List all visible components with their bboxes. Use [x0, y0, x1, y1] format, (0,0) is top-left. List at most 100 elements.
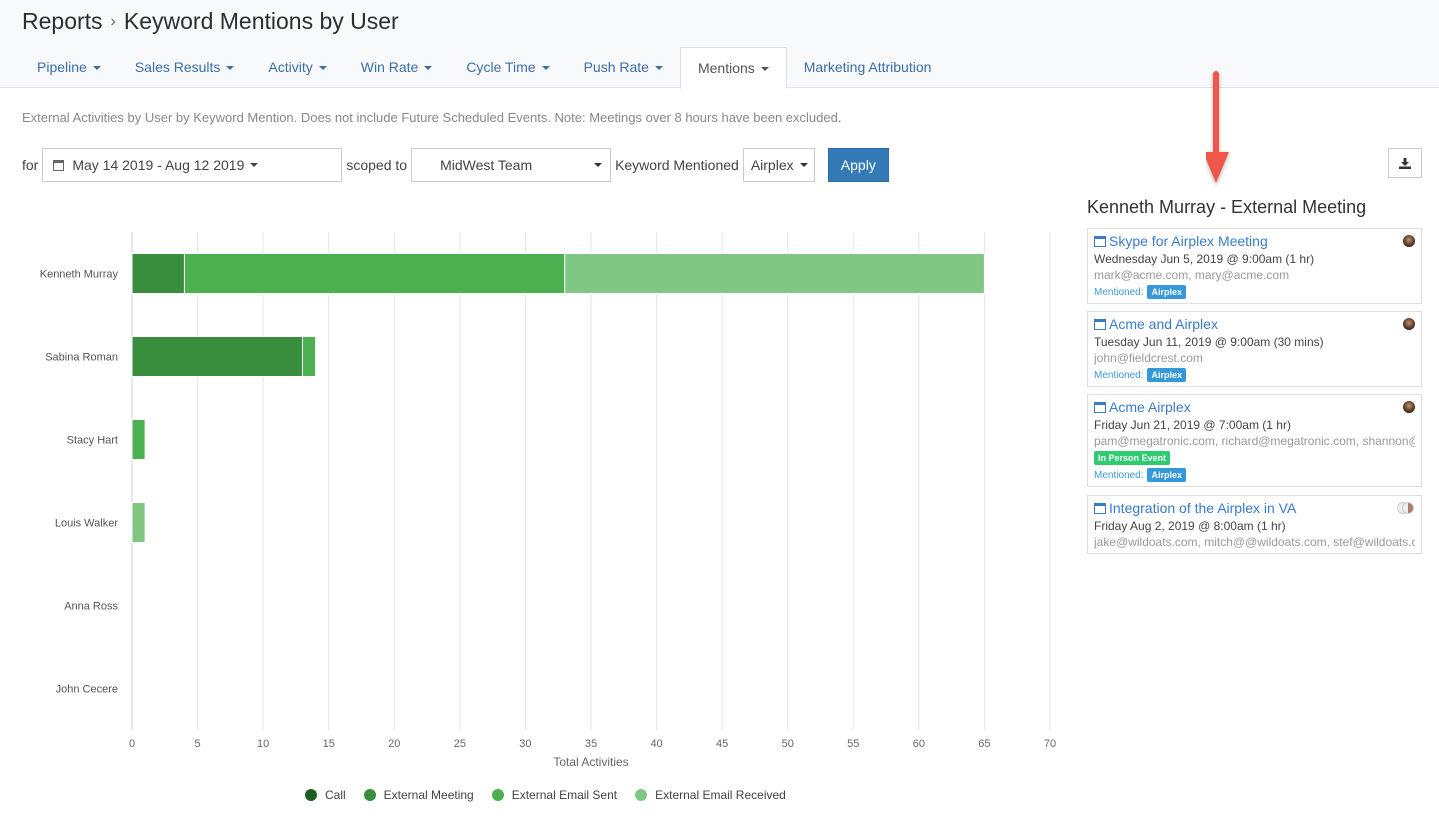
tab-mentions[interactable]: Mentions	[679, 47, 787, 89]
event-card[interactable]: Integration of the Airplex in VA Friday A…	[1087, 495, 1422, 554]
legend-item[interactable]: External Meeting	[363, 788, 474, 802]
event-title-link[interactable]: Acme and Airplex	[1094, 316, 1415, 332]
chevron-down-icon	[654, 66, 663, 71]
tab-marketing-attribution[interactable]: Marketing Attribution	[787, 47, 949, 88]
legend-dot-icon	[305, 789, 317, 801]
filter-bar: for May 14 2019 - Aug 12 2019 scoped to …	[22, 148, 889, 182]
bar-segment[interactable]	[131, 419, 146, 460]
legend-item[interactable]: External Email Sent	[491, 788, 617, 802]
keyword-select-value: Airplex	[750, 157, 794, 173]
keyword-badge: Airplex	[1147, 468, 1186, 482]
x-tick-label: 40	[650, 738, 662, 750]
tab-label: Win Rate	[360, 59, 419, 75]
event-datetime: Friday Aug 2, 2019 @ 8:00am (1 hr)	[1094, 519, 1286, 533]
x-tick-label: 15	[323, 738, 335, 750]
x-axis-title: Total Activities	[553, 755, 628, 769]
tab-activity[interactable]: Activity	[251, 47, 343, 88]
calendar-icon	[1094, 503, 1106, 514]
chevron-down-icon	[541, 66, 550, 71]
download-icon	[1399, 157, 1411, 169]
tab-push-rate[interactable]: Push Rate	[567, 47, 680, 88]
chevron-down-icon	[250, 163, 259, 167]
scoped-to-label: scoped to	[346, 157, 408, 173]
x-tick-label: 35	[585, 738, 597, 750]
x-tick-label: 25	[454, 738, 466, 750]
event-attendees: john@fieldcrest.com	[1094, 351, 1203, 365]
legend-label: External Email Received	[655, 788, 786, 802]
x-tick-label: 20	[388, 738, 400, 750]
chevron-down-icon	[424, 66, 433, 71]
tab-cycle-time[interactable]: Cycle Time	[449, 47, 566, 88]
event-attendees: jake@wildoats.com, mitch@@wildoats.com, …	[1094, 535, 1415, 549]
calendar-icon	[53, 159, 65, 171]
date-range-picker[interactable]: May 14 2019 - Aug 12 2019	[42, 148, 343, 182]
team-select[interactable]: MidWest Team	[411, 148, 612, 182]
event-title-link[interactable]: Integration of the Airplex in VA	[1094, 500, 1415, 516]
mentioned-label: Mentioned:	[1094, 469, 1144, 481]
y-category-label: Kenneth Murray	[40, 269, 119, 281]
chevron-down-icon	[799, 163, 808, 167]
attendee-avatar	[1403, 318, 1415, 330]
x-tick-label: 45	[716, 738, 728, 750]
tab-label: Mentions	[697, 60, 755, 76]
bar-segment[interactable]	[301, 336, 317, 377]
legend-item[interactable]: Call	[305, 788, 346, 802]
event-attendees: mark@acme.com, mary@acme.com	[1094, 268, 1290, 282]
event-card[interactable]: Acme Airplex Friday Jun 21, 2019 @ 7:00am…	[1087, 394, 1422, 487]
tab-pipeline[interactable]: Pipeline	[20, 47, 118, 88]
tab-label: Pipeline	[37, 59, 87, 75]
breadcrumb-separator-icon: ›	[110, 12, 116, 30]
panel-title: Kenneth Murray - External Meeting	[1087, 197, 1367, 217]
x-tick-label: 10	[257, 738, 269, 750]
event-datetime: Wednesday Jun 5, 2019 @ 9:00am (1 hr)	[1094, 252, 1315, 266]
x-tick-label: 70	[1044, 738, 1056, 750]
y-category-label: Anna Ross	[64, 601, 118, 613]
for-label: for	[22, 157, 39, 173]
legend-item[interactable]: External Email Received	[635, 788, 786, 802]
x-tick-label: 30	[519, 738, 531, 750]
bar-segment[interactable]	[564, 253, 985, 294]
x-tick-label: 5	[195, 738, 201, 750]
annotation-arrow-icon	[1206, 71, 1229, 183]
team-select-value: MidWest Team	[440, 157, 533, 173]
y-category-label: Stacy Hart	[67, 435, 118, 447]
event-card[interactable]: Acme and Airplex Tuesday Jun 11, 2019 @ 9…	[1087, 311, 1422, 387]
page-title: Keyword Mentions by User	[123, 8, 399, 34]
keyword-badge: Airplex	[1147, 285, 1186, 299]
tab-win-rate[interactable]: Win Rate	[344, 47, 450, 88]
y-category-label: Sabina Roman	[45, 352, 118, 364]
legend-dot-icon	[363, 789, 376, 801]
breadcrumb-reports[interactable]: Reports	[22, 8, 103, 35]
download-button[interactable]	[1388, 148, 1422, 178]
tab-label: Activity	[268, 59, 313, 75]
event-datetime: Friday Jun 21, 2019 @ 7:00am (1 hr)	[1094, 418, 1291, 432]
event-title-link[interactable]: Acme Airplex	[1094, 399, 1415, 415]
event-attendees: pam@megatronic.com, richard@megatronic.c…	[1094, 434, 1415, 448]
legend-label: Call	[325, 788, 346, 802]
apply-button[interactable]: Apply	[827, 148, 889, 182]
chevron-down-icon	[760, 67, 769, 72]
tab-label: Sales Results	[134, 59, 221, 75]
y-category-label: John Cecere	[56, 684, 118, 696]
y-category-label: Louis Walker	[55, 518, 119, 530]
legend-dot-icon	[635, 789, 648, 801]
legend-label: External Meeting	[383, 788, 474, 802]
attendee-avatar	[1403, 235, 1421, 249]
mentioned-label: Mentioned:	[1094, 286, 1144, 298]
date-range-value: May 14 2019 - Aug 12 2019	[72, 157, 245, 173]
x-tick-label: 60	[913, 738, 925, 750]
bar-segment[interactable]	[183, 253, 566, 294]
keyword-select[interactable]: Airplex	[742, 148, 815, 182]
bar-segment[interactable]	[131, 253, 185, 294]
legend-dot-icon	[491, 789, 504, 801]
chevron-down-icon	[594, 163, 603, 167]
calendar-icon	[1094, 236, 1106, 247]
bar-segment[interactable]	[131, 502, 146, 543]
report-tabs: Pipeline Sales Results Activity Win Rate Cyc…	[20, 47, 949, 89]
tab-sales-results[interactable]: Sales Results	[118, 47, 252, 88]
chevron-down-icon	[92, 66, 101, 71]
chevron-down-icon	[318, 66, 327, 71]
event-card[interactable]: Skype for Airplex Meeting Wednesday Jun 5…	[1087, 228, 1422, 304]
bar-segment[interactable]	[131, 336, 303, 377]
event-title-link[interactable]: Skype for Airplex Meeting	[1094, 233, 1415, 249]
